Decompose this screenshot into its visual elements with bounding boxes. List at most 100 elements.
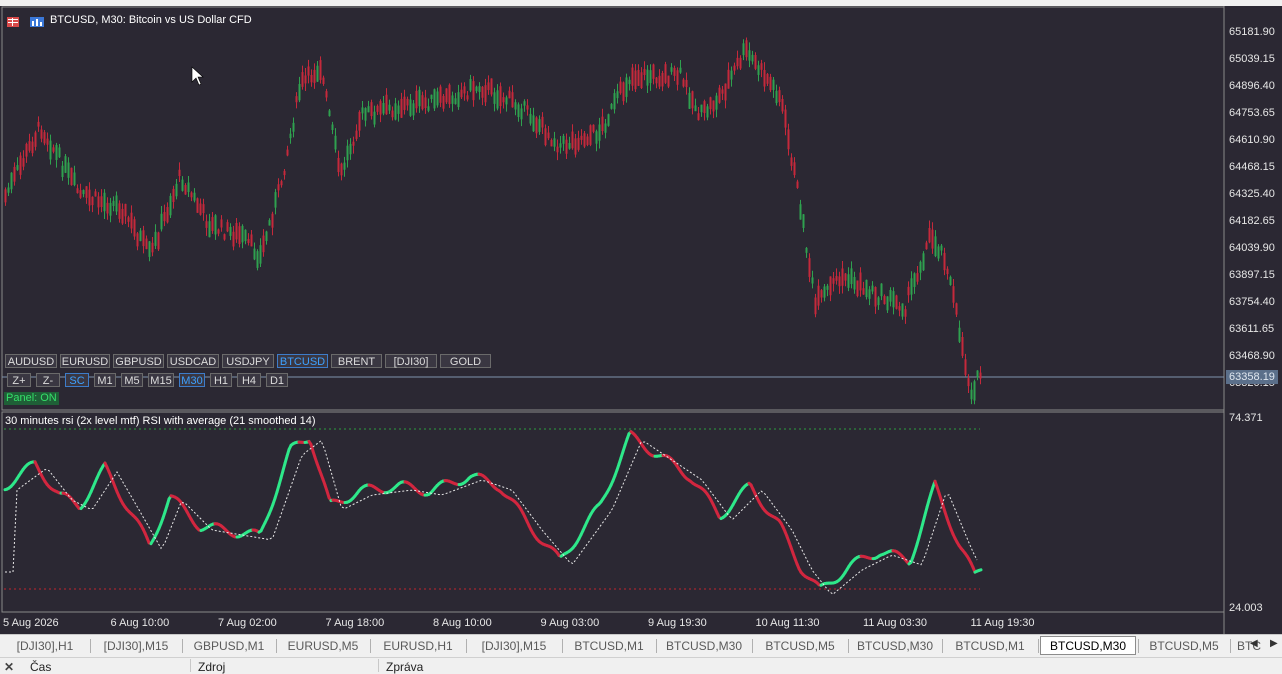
candle-body: [827, 286, 829, 290]
column-header-time[interactable]: Čas: [30, 660, 51, 674]
chart-tab[interactable]: BTCUSD,M5: [754, 637, 846, 655]
candle-body: [692, 91, 694, 108]
candle-body: [11, 173, 13, 190]
chart-tab[interactable]: BTCUSD,M1: [564, 637, 654, 655]
candle-body: [491, 78, 493, 94]
candle-body: [932, 230, 934, 249]
candle-body: [905, 309, 907, 317]
candle-body: [23, 158, 25, 166]
candle-body: [134, 219, 136, 236]
chart-window-icon: [7, 14, 19, 24]
chart-title: BTCUSD, M30: Bitcoin vs US Dollar CFD: [50, 14, 252, 26]
candle-body: [386, 95, 388, 115]
candle-body: [269, 220, 271, 225]
chart-tab[interactable]: EURUSD,H1: [372, 637, 464, 655]
candle-body: [245, 230, 247, 241]
candle-body: [104, 193, 106, 212]
candle-body: [308, 66, 310, 75]
candle-body: [614, 93, 616, 109]
candle-body: [482, 87, 484, 98]
chart-tab[interactable]: [DJI30],M15: [468, 637, 560, 655]
timeframe-button[interactable]: M1: [94, 373, 116, 387]
chart-tab[interactable]: BTCUSD,M30: [1040, 636, 1136, 655]
timeframe-button[interactable]: SC: [65, 373, 89, 387]
timeframe-button[interactable]: D1: [266, 373, 288, 387]
arrow-right-icon[interactable]: ▶: [1270, 638, 1278, 649]
symbol-button[interactable]: USDJPY: [222, 354, 274, 368]
candle-body: [509, 91, 511, 99]
candle-body: [563, 136, 565, 144]
chart-plot[interactable]: [0, 6, 1282, 634]
tab-divider: [942, 639, 943, 653]
chart-tab[interactable]: BTC: [1232, 637, 1266, 655]
candle-body: [227, 222, 229, 231]
candle-body: [653, 64, 655, 78]
chart-window[interactable]: BTCUSD, M30: Bitcoin vs US Dollar CFD 65…: [0, 6, 1282, 634]
candle-body: [281, 181, 283, 185]
candle-body: [317, 66, 319, 82]
chart-tab[interactable]: BTCUSD,M30: [850, 637, 940, 655]
column-header-message[interactable]: Zpráva: [386, 660, 423, 674]
candle-body: [323, 78, 325, 84]
candle-body: [287, 150, 289, 156]
candle-body: [161, 214, 163, 230]
candle-body: [230, 227, 232, 236]
timeframe-button[interactable]: Z-: [36, 373, 60, 387]
symbol-button[interactable]: BRENT: [331, 354, 382, 368]
candle-body: [347, 146, 349, 161]
candle-body: [920, 262, 922, 273]
candle-body: [596, 131, 598, 143]
indicator-icon: [30, 14, 42, 24]
candle-body: [965, 359, 967, 375]
candle-body: [584, 133, 586, 146]
chart-tab[interactable]: BTCUSD,M5: [1140, 637, 1228, 655]
chart-tab[interactable]: GBPUSD,M1: [184, 637, 274, 655]
candle-body: [779, 90, 781, 102]
symbol-button[interactable]: GBPUSD: [113, 354, 164, 368]
candle-body: [320, 60, 322, 80]
arrow-left-icon[interactable]: ◀: [1250, 638, 1258, 649]
candle-body: [974, 381, 976, 400]
chart-tab[interactable]: [DJI30],M15: [92, 637, 180, 655]
candle-body: [521, 108, 523, 119]
candle-body: [824, 286, 826, 297]
candle-body: [644, 69, 646, 75]
candle-body: [89, 190, 91, 206]
candle-body: [611, 104, 613, 109]
candle-body: [962, 337, 964, 356]
mouse-cursor-icon: [192, 67, 203, 85]
symbol-button[interactable]: BTCUSD: [277, 354, 328, 368]
candle-body: [41, 130, 43, 139]
candle-body: [410, 99, 412, 115]
chart-tab[interactable]: [DJI30],H1: [2, 637, 88, 655]
candle-body: [416, 91, 418, 108]
symbol-button[interactable]: GOLD: [440, 354, 491, 368]
candle-body: [464, 86, 466, 93]
candle-body: [578, 138, 580, 150]
tab-divider: [182, 639, 183, 653]
symbol-button[interactable]: USDCAD: [167, 354, 219, 368]
symbol-button[interactable]: AUDUSD: [5, 354, 57, 368]
timeframe-button[interactable]: H4: [237, 373, 261, 387]
candle-body: [125, 204, 127, 216]
candle-body: [680, 68, 682, 73]
chart-tab[interactable]: BTCUSD,M1: [944, 637, 1036, 655]
symbol-button[interactable]: [DJI30]: [385, 354, 437, 368]
timeframe-button[interactable]: Z+: [7, 373, 31, 387]
timeframe-button[interactable]: M5: [121, 373, 143, 387]
chart-tab[interactable]: BTCUSD,M30: [658, 637, 750, 655]
close-icon[interactable]: ✕: [4, 660, 14, 674]
chart-tab[interactable]: EURUSD,M5: [278, 637, 368, 655]
timeframe-button[interactable]: M15: [148, 373, 174, 387]
candle-body: [371, 102, 373, 116]
panel-status[interactable]: Panel: ON: [4, 392, 59, 405]
timeframe-button[interactable]: H1: [210, 373, 232, 387]
candle-body: [590, 125, 592, 145]
candle-body: [668, 76, 670, 87]
column-header-source[interactable]: Zdroj: [198, 660, 225, 674]
candle-body: [488, 82, 490, 90]
timeframe-button[interactable]: M30: [179, 373, 205, 387]
symbol-button[interactable]: EURUSD: [60, 354, 110, 368]
candle-body: [719, 88, 721, 103]
candle-body: [518, 104, 520, 117]
